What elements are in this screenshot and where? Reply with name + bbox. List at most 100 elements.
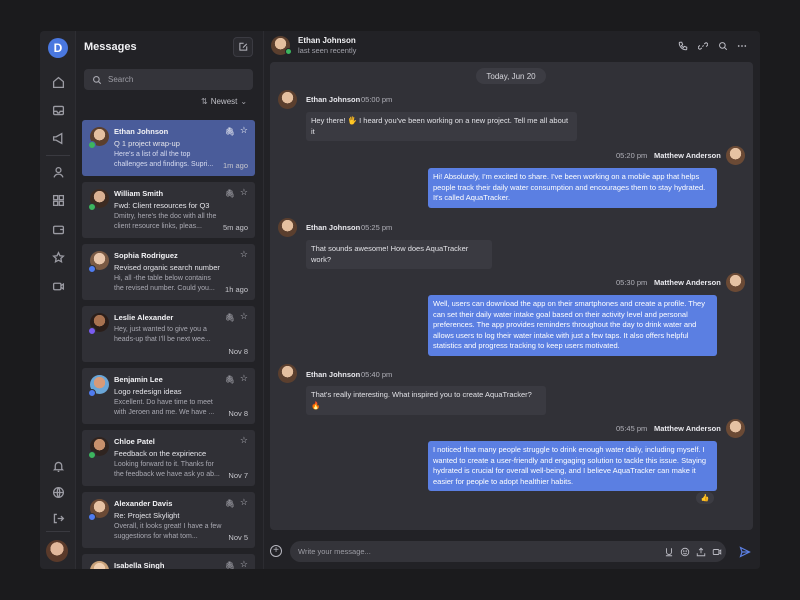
conversation-list-panel: Messages Search ⇅ Newest ⌄ Ethan Johnson…	[77, 31, 263, 569]
message-bubble-incoming: That sounds awesome! How does AquaTracke…	[306, 240, 492, 269]
message-thread: Today, Jun 20 Ethan Johnson 05:00 pm Hey…	[270, 62, 753, 530]
message-time: 05:25 pm	[361, 223, 393, 232]
sort-dropdown[interactable]: ⇅ Newest ⌄	[201, 97, 247, 106]
message-bubble-incoming: Hey there! 🖐 I heard you've been working…	[306, 112, 577, 141]
conversation-name: Benjamin Lee	[114, 375, 163, 384]
globe-icon[interactable]	[49, 483, 67, 501]
conversation-preview: Excellent. Do have time to meet with Jer…	[114, 399, 215, 416]
paperclip-icon: 🖇	[224, 313, 235, 322]
conversation-card[interactable]: William Smith Fwd: Client resources for Q…	[82, 182, 255, 238]
inbox-icon[interactable]	[49, 101, 67, 119]
conversation-preview: Here's a list of all the top challenges …	[114, 151, 214, 168]
star-icon[interactable]: ☆	[240, 435, 248, 446]
grid-icon[interactable]	[49, 191, 67, 209]
conversation-time: Nov 8	[228, 409, 248, 418]
conversation-card[interactable]: Isabella SinghNew Project🖇☆	[82, 554, 255, 569]
message-bubble-outgoing: I noticed that many people struggle to d…	[428, 441, 717, 491]
message-time: 05:20 pm	[616, 151, 648, 160]
conversation-card[interactable]: Chloe Patel Feedback on the expirience Loo…	[82, 430, 255, 486]
star-icon[interactable]: ☆	[240, 311, 248, 322]
conversation-time: Nov 5	[228, 533, 248, 542]
search-field[interactable]: Search	[84, 69, 253, 90]
message-bubble-outgoing: Well, users can download the app on thei…	[428, 295, 717, 356]
phone-icon[interactable]	[677, 40, 689, 52]
conversation-name: Isabella Singh	[114, 561, 165, 569]
paperclip-icon: 🖇	[224, 375, 235, 384]
star-icon[interactable]	[49, 248, 67, 266]
conversation-card[interactable]: Benjamin Lee Logo redesign ideas Excellent…	[82, 368, 255, 424]
message-composer	[290, 541, 726, 562]
upload-icon[interactable]	[695, 546, 706, 557]
message-sender: Ethan Johnson	[306, 223, 361, 232]
conversation-card[interactable]: Alexander Davis Re: Project Skylight Overa…	[82, 492, 255, 548]
message-time: 05:45 pm	[616, 424, 648, 433]
star-icon[interactable]: ☆	[240, 497, 248, 508]
bell-icon[interactable]	[49, 457, 67, 475]
message-input[interactable]	[298, 545, 648, 558]
avatar	[90, 561, 109, 569]
channel-badge-icon	[88, 451, 96, 459]
conversation-time: 1m ago	[222, 161, 248, 170]
channel-badge-icon	[88, 265, 96, 273]
contact-status: last seen recently	[298, 46, 357, 55]
conversation-preview: Overall, it looks great! I have a few su…	[114, 523, 222, 540]
sort-icon: ⇅	[201, 97, 208, 106]
date-separator: Today, Jun 20	[476, 68, 546, 84]
conversation-subject: Feedback on the expirience	[114, 449, 207, 458]
send-button[interactable]	[739, 545, 752, 558]
rail-divider	[46, 155, 70, 156]
star-icon[interactable]: ☆	[240, 249, 248, 260]
message-avatar	[726, 273, 745, 292]
send-icon	[739, 546, 751, 558]
user-icon[interactable]	[49, 163, 67, 181]
conversation-time: Nov 7	[228, 471, 248, 480]
current-user-avatar[interactable]	[46, 540, 68, 562]
emoji-icon[interactable]	[679, 546, 690, 557]
reaction-badge[interactable]: 👍	[696, 492, 714, 504]
message-bubble-incoming: That's really interesting. What inspired…	[306, 386, 546, 415]
contact-name[interactable]: Ethan Johnson	[298, 36, 356, 45]
star-icon[interactable]: ☆	[240, 187, 248, 198]
home-icon[interactable]	[49, 73, 67, 91]
message-avatar	[278, 90, 297, 109]
app-logo[interactable]: D	[48, 38, 68, 58]
message-time: 05:30 pm	[616, 278, 648, 287]
megaphone-icon[interactable]	[49, 129, 67, 147]
search-placeholder: Search	[108, 75, 134, 84]
conversation-time: Nov 8	[228, 347, 248, 356]
conversation-card[interactable]: Ethan Johnson Q 1 project wrap-up Here's a…	[82, 120, 255, 176]
search-icon[interactable]	[717, 40, 729, 52]
channel-badge-icon	[88, 203, 96, 211]
video-icon[interactable]	[49, 277, 67, 295]
conversation-time: 1h ago	[225, 285, 248, 294]
paperclip-icon: 🖇	[224, 189, 235, 198]
chat-panel: Ethan Johnson last seen recently ⋯ Today…	[263, 31, 760, 569]
messages-app: D Messages Search ⇅ Newest ⌄ Ethan Johns…	[40, 31, 760, 569]
conversation-card[interactable]: Leslie Alexander Hey, just wanted to give…	[82, 306, 255, 362]
panel-title: Messages	[84, 41, 137, 53]
online-status-dot	[285, 48, 292, 55]
more-options-icon[interactable]: ⋯	[736, 40, 748, 52]
underline-icon[interactable]	[663, 546, 674, 557]
star-icon[interactable]: ☆	[240, 373, 248, 384]
compose-button[interactable]	[233, 37, 253, 57]
nav-rail: D	[40, 31, 76, 569]
message-time: 05:40 pm	[361, 370, 393, 379]
paperclip-icon: 🖇	[224, 561, 235, 569]
conversation-card[interactable]: Sophia Rodriguez Revised organic search n…	[82, 244, 255, 300]
link-icon[interactable]	[697, 40, 709, 52]
attach-plus-button[interactable]: +	[270, 545, 282, 557]
message-sender: Ethan Johnson	[306, 370, 361, 379]
sort-label: Newest	[210, 97, 238, 106]
logout-icon[interactable]	[49, 509, 67, 527]
video-call-icon[interactable]	[711, 546, 722, 557]
message-sender: Matthew Anderson	[654, 151, 721, 160]
channel-badge-icon	[88, 141, 96, 149]
search-icon	[93, 75, 102, 84]
message-avatar	[278, 364, 297, 383]
message-avatar	[726, 419, 745, 438]
conversation-subject: Fwd: Client resources for Q3	[114, 201, 210, 210]
star-icon[interactable]: ☆	[240, 559, 248, 569]
wallet-icon[interactable]	[49, 220, 67, 238]
star-icon[interactable]: ☆	[240, 125, 248, 136]
